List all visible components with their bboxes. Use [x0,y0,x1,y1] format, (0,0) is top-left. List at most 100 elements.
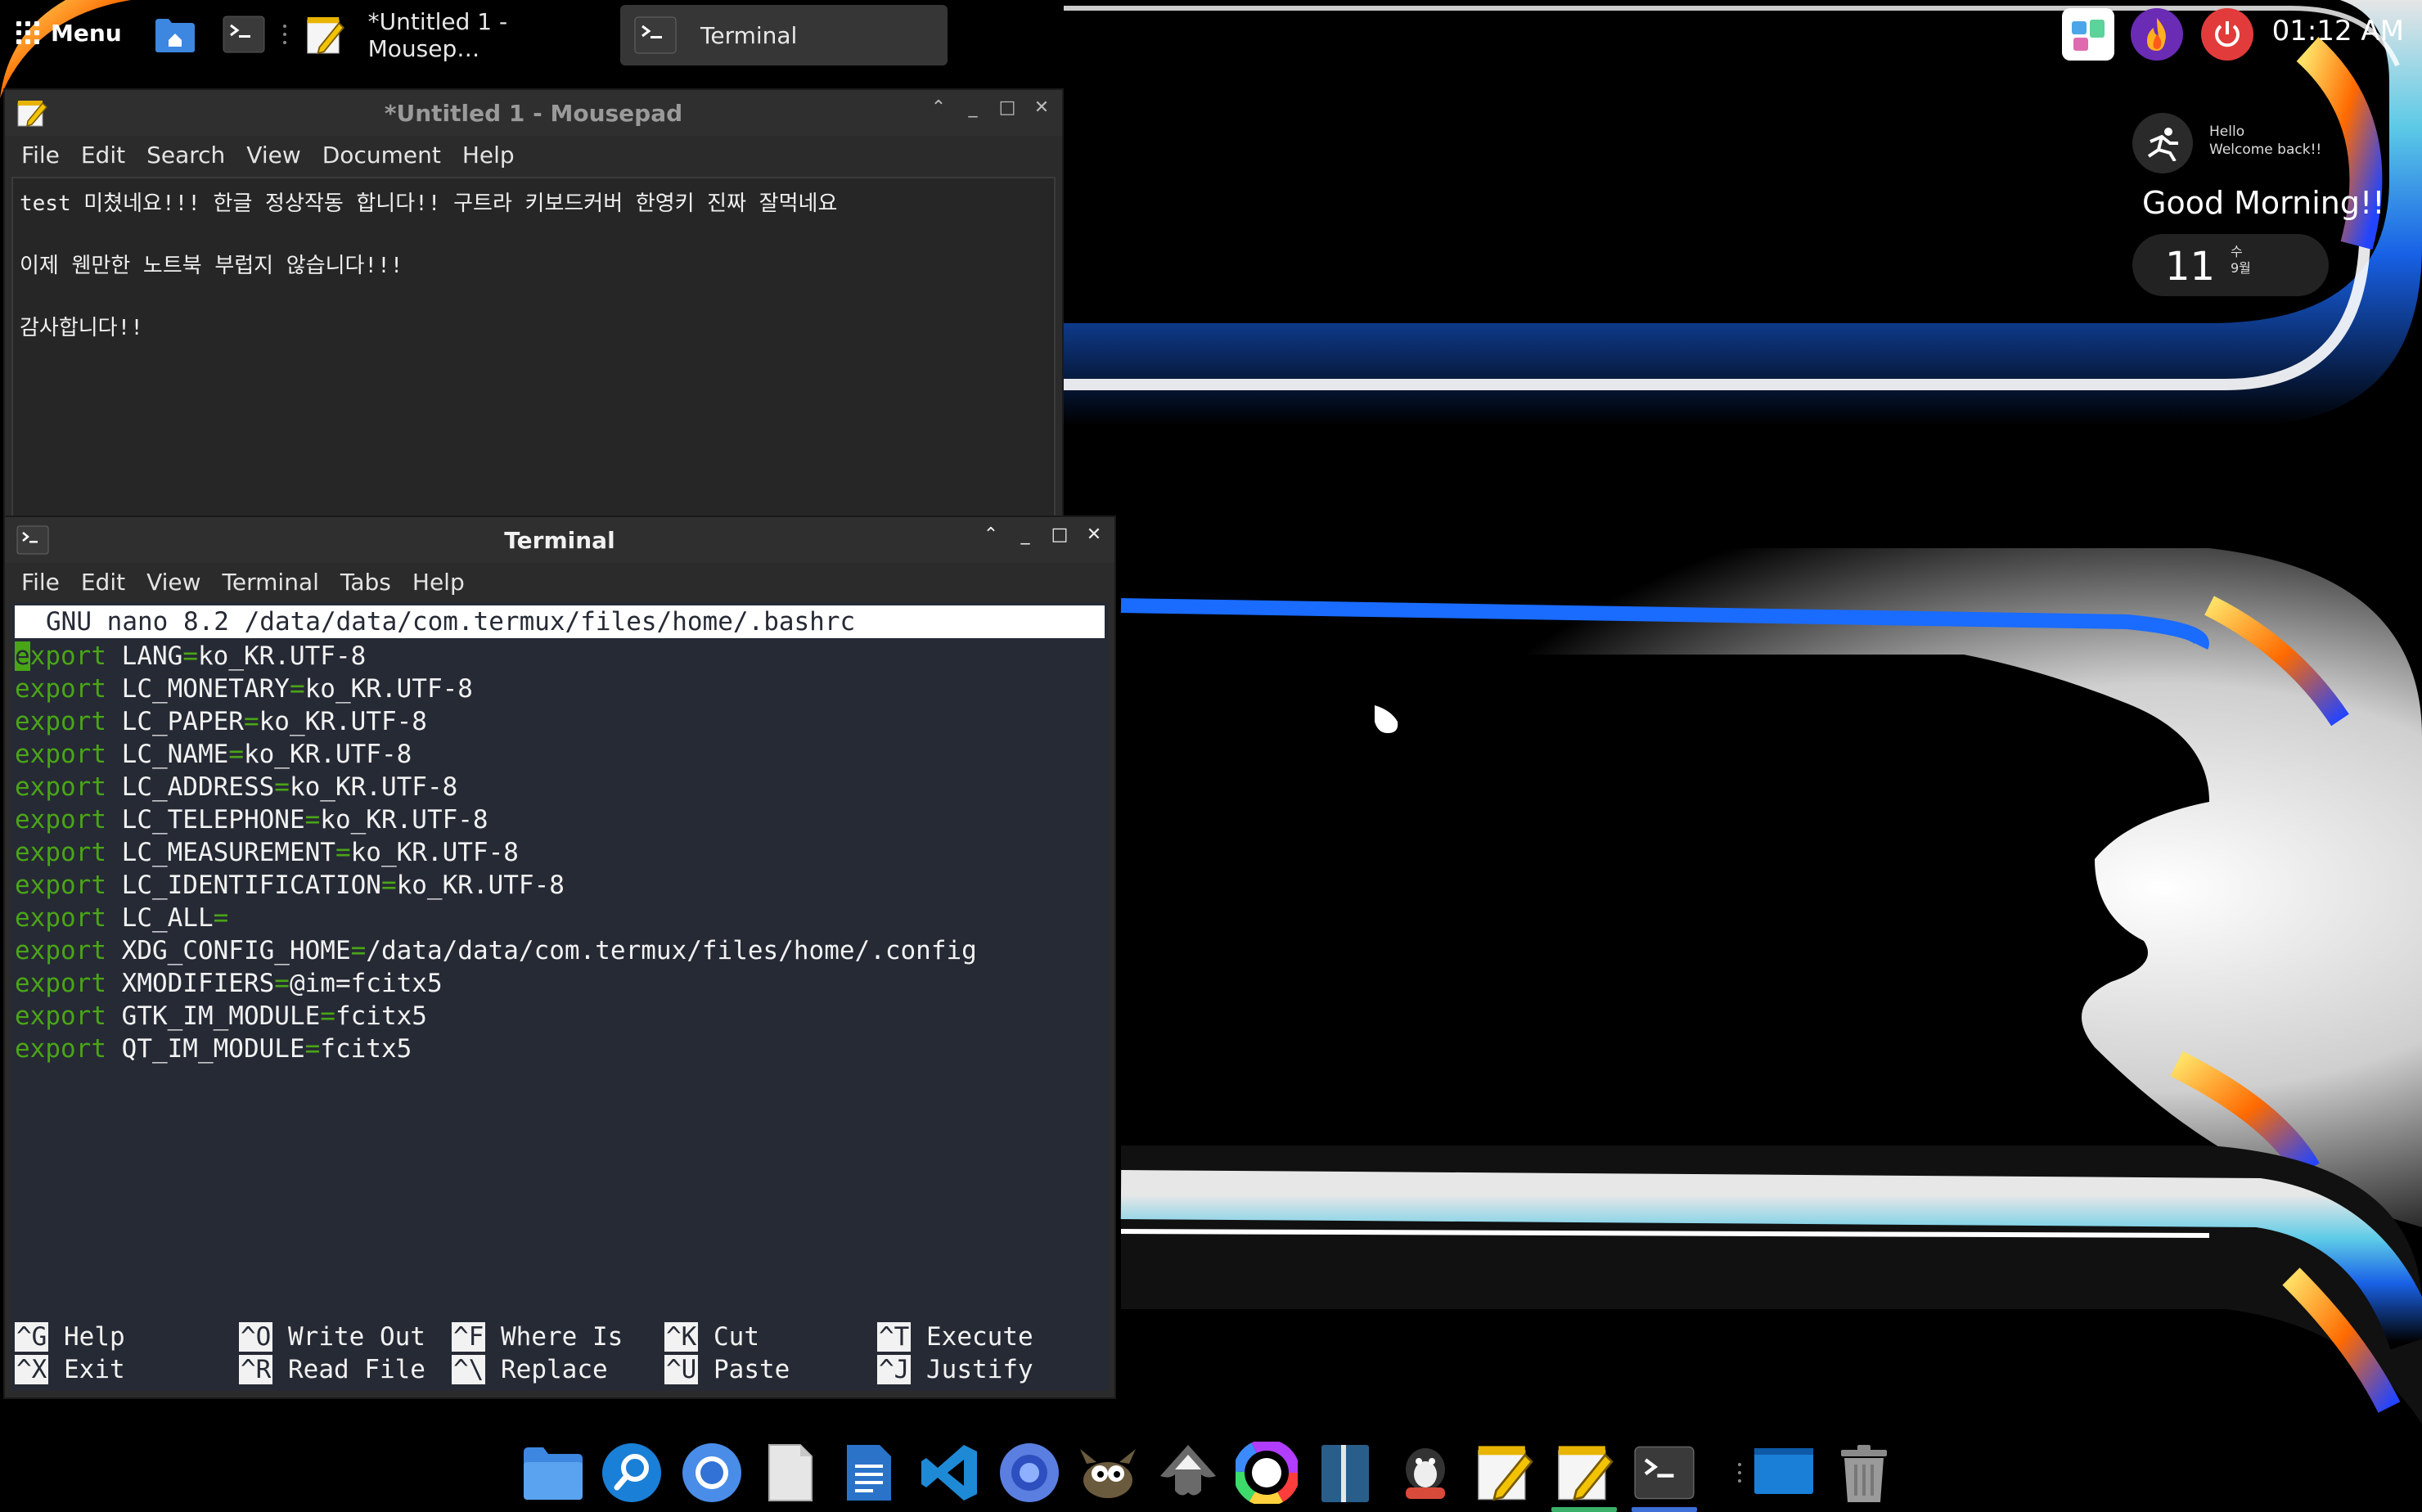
dock-writer[interactable] [836,1440,902,1505]
env-var-value: ko_KR.UTF-8 [289,772,458,802]
dock-vscode[interactable] [916,1440,982,1505]
menu-edit[interactable]: Edit [81,569,125,596]
mousepad-icon [1478,1446,1533,1501]
folder-icon [524,1447,583,1500]
menu-view[interactable]: View [246,142,300,169]
dock-mousepad[interactable] [1471,1440,1537,1505]
panel-clock[interactable]: 01:12 AM [2272,15,2404,47]
chevron-up-icon[interactable]: ⌃ [930,97,948,118]
app-menu-label: Menu [51,19,122,47]
env-var-value: ko_KR.UTF-8 [304,674,473,704]
mousepad-window-controls: ⌃ _ □ ✕ [930,97,1051,118]
browser-icon [1000,1443,1059,1502]
env-var-name: LC_NAME [121,740,229,769]
dock-mousepad-running[interactable] [1551,1440,1617,1512]
dock-chromium[interactable] [679,1440,745,1505]
widget-weekday: 수 [2231,244,2243,259]
task-mousepad[interactable]: *Untitled 1 - Mousep… [291,5,619,65]
flame-icon [2147,18,2166,51]
env-var-name: XMODIFIERS [121,969,275,998]
equals-sign: = [228,740,244,769]
running-indicator [1632,1507,1697,1512]
export-keyword: export [15,674,106,704]
shortcut-key: ^G [15,1322,49,1352]
env-var-value: fcitx5 [335,1001,427,1031]
tray-app-button[interactable] [2062,8,2114,61]
task-terminal-label: Terminal [700,21,798,49]
shortcut-key: ^K [664,1322,699,1352]
maximize-icon[interactable]: □ [998,97,1016,118]
minimize-icon[interactable]: _ [1016,524,1034,545]
chevron-up-icon[interactable]: ⌃ [982,524,1000,545]
app-menu-button[interactable]: Menu [16,15,122,51]
dock-search[interactable] [599,1440,664,1505]
editor-line: test 미쳤네요!!! 한글 정상작동 합니다!! 구트라 키보드커버 한영키… [20,191,838,216]
menu-edit[interactable]: Edit [81,142,125,169]
equals-sign: = [335,838,351,867]
shortcut-exit: ^X Exit [15,1353,125,1386]
minimize-icon[interactable]: _ [964,97,982,118]
equals-sign: = [289,674,305,704]
dock-trash[interactable] [1831,1440,1897,1505]
shortcut-label: Help [64,1322,125,1352]
dock-browser[interactable] [997,1440,1062,1505]
nano-line: export LC_ALL= [15,902,1105,934]
menu-file[interactable]: File [21,569,60,596]
terminal-window-controls: ⌃ _ □ ✕ [982,524,1103,545]
close-icon[interactable]: ✕ [1085,524,1103,545]
export-keyword: export [15,838,106,867]
shortcut-cut: ^K Cut [664,1321,759,1353]
shortcut-key: ^\ [452,1355,486,1384]
maximize-icon[interactable]: □ [1051,524,1069,545]
terminal-icon [634,16,677,54]
dock-book-reader[interactable] [1312,1440,1378,1505]
shortcut-key: ^U [664,1355,699,1384]
dock-terminal[interactable] [1632,1440,1697,1512]
export-keyword: export [15,903,106,933]
terminal-titlebar[interactable]: Terminal ⌃ _ □ ✕ [5,517,1114,563]
menu-document[interactable]: Document [322,142,441,169]
menu-terminal[interactable]: Terminal [223,569,319,596]
mousepad-title: *Untitled 1 - Mousepad [384,99,683,127]
nano-line: export LC_IDENTIFICATION=ko_KR.UTF-8 [15,869,1105,902]
env-var-name: LC_IDENTIFICATION [121,871,381,900]
home-folder-launcher[interactable] [152,11,198,57]
equals-sign: = [213,903,229,933]
menu-search[interactable]: Search [146,142,225,169]
menu-view[interactable]: View [146,569,200,596]
greeting-widget: Hello Welcome back!! Good Morning!! 11 수… [2127,106,2406,303]
menu-tabs[interactable]: Tabs [340,569,391,596]
nano-line: export LC_ADDRESS=ko_KR.UTF-8 [15,771,1105,803]
avatar [2132,113,2193,173]
mousepad-text-area[interactable]: test 미쳤네요!!! 한글 정상작동 합니다!! 구트라 키보드커버 한영키… [11,177,1056,520]
close-icon[interactable]: ✕ [1033,97,1051,118]
export-keyword: export [15,707,106,736]
dock-show-desktop[interactable] [1751,1440,1816,1505]
menu-file[interactable]: File [21,142,60,169]
dock-inkscape[interactable] [1155,1440,1221,1505]
terminal-screen[interactable]: GNU nano 8.2 /data/data/com.termux/files… [11,602,1108,1391]
export-keyword: export [15,641,106,671]
dock-color-picker[interactable] [1234,1440,1299,1505]
equals-sign: = [243,707,259,736]
shortcut-read-file: ^R Read File [239,1353,425,1386]
dock-file-manager[interactable] [520,1440,586,1505]
tray-fire-button[interactable] [2131,8,2183,61]
mousepad-window: *Untitled 1 - Mousepad ⌃ _ □ ✕ File Edit… [3,88,1064,522]
editor-line: 감사합니다!! [20,316,143,340]
task-terminal[interactable]: Terminal [620,5,948,65]
shortcut-label: Write Out [288,1322,425,1352]
shortcut-label: Justify [926,1355,1033,1384]
dock-game[interactable] [1393,1440,1458,1505]
env-var-value: ko_KR.UTF-8 [198,641,367,671]
menu-help[interactable]: Help [412,569,465,596]
menu-help[interactable]: Help [462,142,515,169]
dock-gimp[interactable] [1075,1440,1141,1505]
nano-buffer[interactable]: export LANG=ko_KR.UTF-8 export LC_MONETAR… [15,640,1105,1065]
terminal-launcher[interactable] [221,11,267,57]
runner-icon [2147,128,2178,161]
mousepad-titlebar[interactable]: *Untitled 1 - Mousepad ⌃ _ □ ✕ [5,90,1062,136]
shortcut-label: Replace [501,1355,608,1384]
power-button[interactable] [2201,8,2253,61]
dock-document-viewer[interactable] [758,1440,823,1505]
